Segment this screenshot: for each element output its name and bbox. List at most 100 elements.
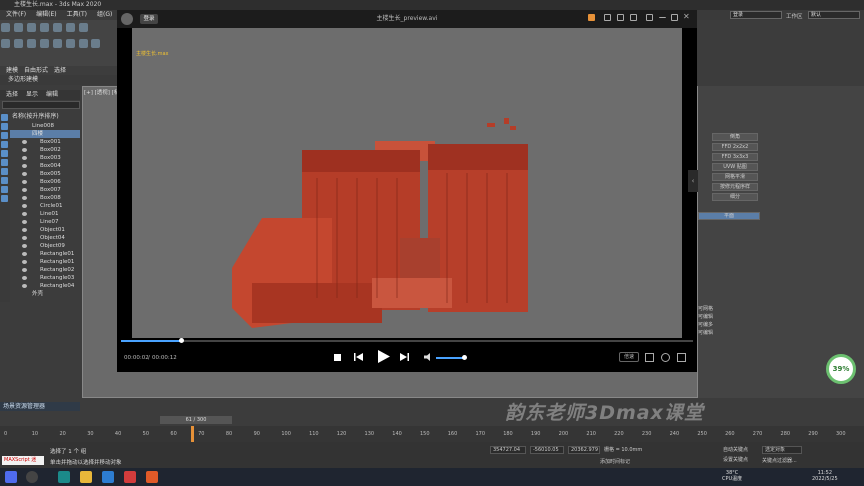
filter-xrefs-icon[interactable] xyxy=(1,177,8,184)
maximize-icon[interactable] xyxy=(671,14,678,21)
modifier-button[interactable]: FFD 3x3x3 xyxy=(712,153,758,161)
volume-icon[interactable] xyxy=(424,353,433,363)
explorer-search-input[interactable] xyxy=(2,101,80,109)
filter-cameras-icon[interactable] xyxy=(1,141,8,148)
tree-item[interactable]: Object09 xyxy=(10,242,80,250)
settings-icon[interactable] xyxy=(661,353,670,362)
maxscript-listener[interactable]: MAXScript 迷 xyxy=(2,456,44,465)
tree-item[interactable]: Box008 xyxy=(10,194,80,202)
curve-icon[interactable] xyxy=(52,39,62,48)
visibility-eye-icon[interactable] xyxy=(22,236,27,240)
browser-icon[interactable] xyxy=(102,471,114,483)
volume-slider[interactable] xyxy=(436,357,464,359)
system-clock[interactable]: 11:52 2022/5/25 xyxy=(812,470,838,482)
snap-icon[interactable] xyxy=(1,39,10,48)
visibility-eye-icon[interactable] xyxy=(22,212,27,216)
previous-button[interactable] xyxy=(354,353,363,363)
undo-icon[interactable] xyxy=(1,23,10,32)
next-button[interactable] xyxy=(400,353,409,363)
object-type-item[interactable]: 可编多 xyxy=(698,321,713,328)
screenshot-icon[interactable] xyxy=(645,353,654,362)
tree-item[interactable]: 四楼 xyxy=(10,130,80,138)
play-button[interactable] xyxy=(378,350,390,365)
visibility-eye-icon[interactable] xyxy=(22,156,27,160)
filter-spacewarps-icon[interactable] xyxy=(1,159,8,166)
key-filters-button[interactable]: 关键点过滤器... xyxy=(762,457,797,464)
windows-start-icon[interactable] xyxy=(5,471,17,483)
tree-item[interactable]: Box006 xyxy=(10,178,80,186)
object-type-item[interactable]: 可编辑 xyxy=(698,313,713,320)
menu-tools[interactable]: 工具(T) xyxy=(67,10,87,20)
workspace-select[interactable]: 默认 xyxy=(808,11,860,19)
render-frame-icon[interactable] xyxy=(91,39,101,48)
timeline-frame-indicator[interactable]: 61 / 300 xyxy=(160,416,232,424)
visibility-eye-icon[interactable] xyxy=(22,284,27,288)
modifier-button[interactable]: FFD 2x2x2 xyxy=(712,143,758,151)
visibility-eye-icon[interactable] xyxy=(22,260,27,264)
select-icon[interactable] xyxy=(78,23,88,32)
ribbon-tab-selection[interactable]: 选择 xyxy=(54,66,66,75)
explorer-footer[interactable]: 场景资源管理器 xyxy=(0,402,80,411)
filter-lights-icon[interactable] xyxy=(1,132,8,139)
visibility-eye-icon[interactable] xyxy=(22,204,27,208)
modifier-stack-selected[interactable]: 平面 xyxy=(698,212,760,220)
visibility-eye-icon[interactable] xyxy=(22,180,27,184)
object-type-item[interactable]: 可编辑 xyxy=(698,329,713,336)
visibility-eye-icon[interactable] xyxy=(22,148,27,152)
performance-badge[interactable]: 39% xyxy=(826,354,856,384)
filter-helpers-icon[interactable] xyxy=(1,150,8,157)
link-icon[interactable] xyxy=(26,23,36,32)
filter-groups-icon[interactable] xyxy=(1,168,8,175)
visibility-eye-icon[interactable] xyxy=(22,276,27,280)
layer-icon[interactable] xyxy=(39,39,49,48)
speed-button[interactable]: 倍速 xyxy=(619,352,639,362)
z-coordinate[interactable]: 20362.979 xyxy=(568,446,600,454)
tree-item[interactable]: Box001 xyxy=(10,138,80,146)
fullscreen-icon[interactable] xyxy=(677,353,686,362)
filter-bones-icon[interactable] xyxy=(1,186,8,193)
tree-item[interactable]: Box005 xyxy=(10,170,80,178)
tree-item[interactable]: Line07 xyxy=(10,218,80,226)
key-target-select[interactable]: 选定对象 xyxy=(762,446,802,454)
x-coordinate[interactable]: 354727.04 xyxy=(490,446,526,454)
tree-item[interactable]: Rectangle02 xyxy=(10,266,80,274)
explorer-column-header[interactable]: 名称(按升序排序) xyxy=(2,112,80,121)
filter-icon[interactable] xyxy=(65,23,75,32)
explorer-tab-select[interactable]: 选择 xyxy=(6,90,18,100)
modifier-button[interactable]: 细分 xyxy=(712,193,758,201)
bind-icon[interactable] xyxy=(52,23,62,32)
material-icon[interactable] xyxy=(65,39,75,48)
gamepad-icon[interactable] xyxy=(588,14,595,21)
tree-item[interactable]: Circle01 xyxy=(10,202,80,210)
modifier-button[interactable]: UVW 贴图 xyxy=(712,163,758,171)
progress-thumb[interactable] xyxy=(179,338,184,343)
filter-geometry-icon[interactable] xyxy=(1,114,8,121)
y-coordinate[interactable]: -56010.05 xyxy=(530,446,564,454)
align-icon[interactable] xyxy=(26,39,36,48)
search-icon[interactable] xyxy=(26,471,38,483)
tree-item[interactable]: Line01 xyxy=(10,210,80,218)
volume-thumb[interactable] xyxy=(462,355,467,360)
visibility-eye-icon[interactable] xyxy=(22,220,27,224)
tree-item[interactable]: Line008 xyxy=(10,122,80,130)
fullscreen-mini-icon[interactable] xyxy=(604,14,611,21)
ribbon-tab-modeling[interactable]: 建模 xyxy=(6,66,18,75)
modifier-button[interactable]: 按修元程序样 xyxy=(712,183,758,191)
tree-item[interactable]: Object01 xyxy=(10,226,80,234)
modifier-button[interactable]: 倒角 xyxy=(712,133,758,141)
tree-item[interactable]: Box007 xyxy=(10,186,80,194)
current-frame-marker[interactable] xyxy=(191,426,194,442)
visibility-eye-icon[interactable] xyxy=(22,164,27,168)
visibility-eye-icon[interactable] xyxy=(22,140,27,144)
folder-icon[interactable] xyxy=(630,14,637,21)
auto-key-button[interactable]: 自动关键点 xyxy=(723,446,748,453)
close-icon[interactable]: ✕ xyxy=(683,12,690,21)
menu-file[interactable]: 文件(F) xyxy=(6,10,26,20)
explorer-tab-edit[interactable]: 编辑 xyxy=(46,90,58,100)
tree-item[interactable]: Rectangle01 xyxy=(10,250,80,258)
set-key-button[interactable]: 设置关键点 xyxy=(723,456,748,463)
minimize-icon[interactable] xyxy=(659,14,666,18)
pip-icon[interactable] xyxy=(617,14,624,21)
filter-shapes-icon[interactable] xyxy=(1,123,8,130)
redo-icon[interactable] xyxy=(13,23,23,32)
